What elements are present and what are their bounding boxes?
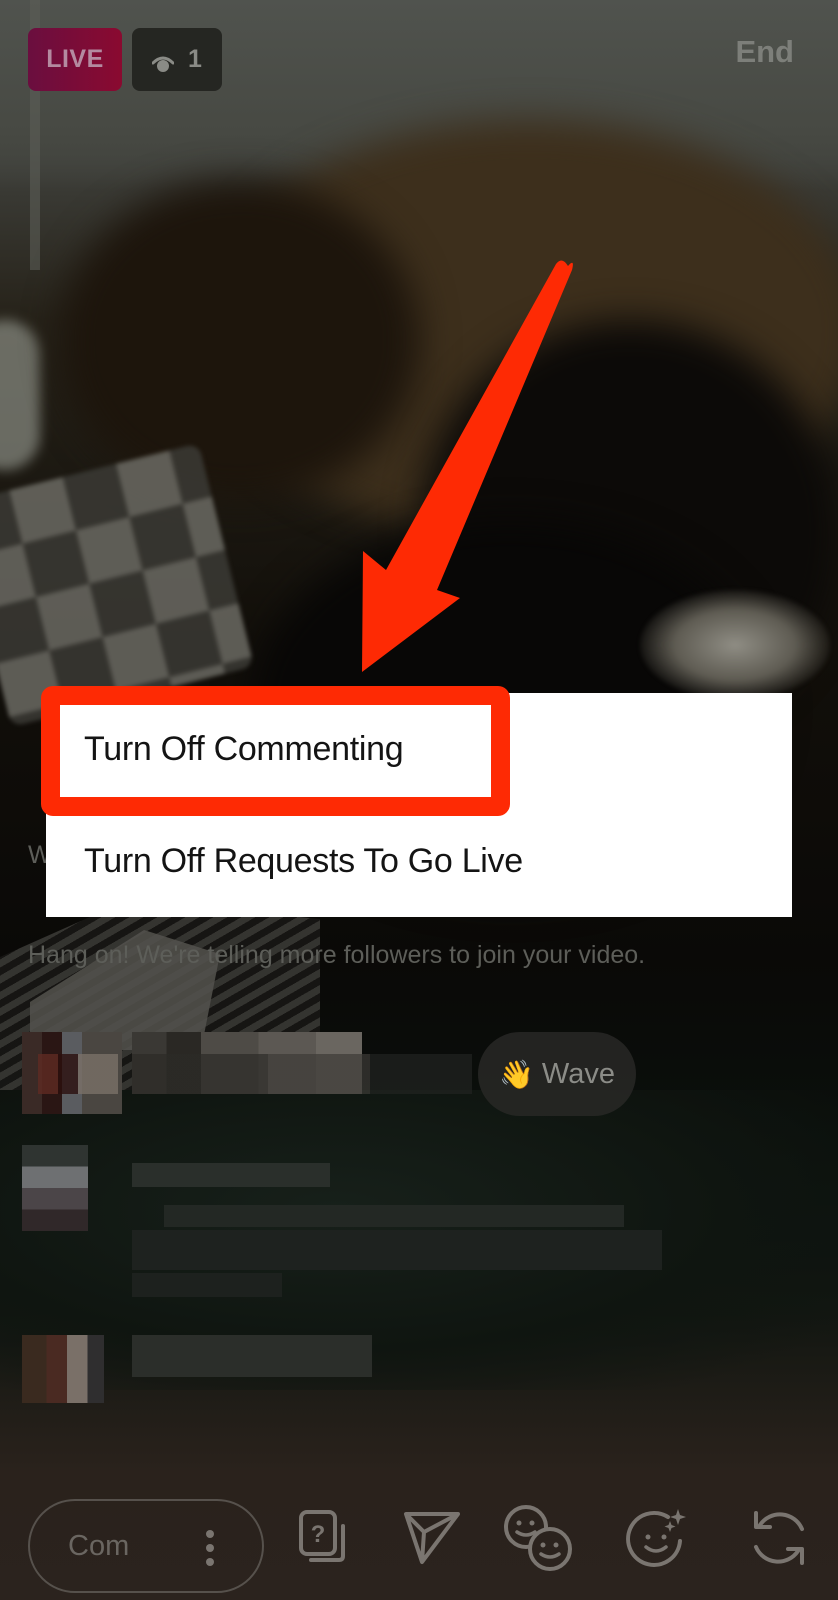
live-options-menu: Turn Off Commenting Turn Off Requests To… — [46, 693, 792, 917]
comment-row — [22, 1032, 472, 1120]
waiting-message: Hang on! We're telling more followers to… — [28, 941, 646, 969]
menu-item-turn-off-requests[interactable]: Turn Off Requests To Go Live — [46, 805, 792, 917]
viewer-count: 1 — [188, 45, 202, 73]
more-options-icon — [206, 1530, 214, 1566]
comment-avatar — [38, 1054, 118, 1094]
comment-username — [132, 1335, 372, 1377]
video-pillow — [0, 320, 40, 470]
comment-row — [22, 1335, 662, 1405]
comment-avatar — [22, 1335, 104, 1403]
invite-guest-icon — [504, 1505, 572, 1571]
menu-item-turn-off-commenting[interactable]: Turn Off Commenting — [46, 693, 792, 805]
share-button[interactable] — [395, 1498, 469, 1578]
comment-field[interactable] — [28, 1499, 264, 1593]
live-badge: LIVE — [28, 28, 122, 91]
comment-avatar — [22, 1145, 88, 1231]
send-icon — [404, 1512, 460, 1564]
live-label: LIVE — [46, 45, 104, 73]
comment-input[interactable] — [68, 1529, 130, 1563]
more-options-button[interactable] — [204, 1529, 216, 1567]
comment-row — [22, 1145, 662, 1315]
question-card-icon: ? — [299, 1510, 345, 1562]
wave-button[interactable]: 👋 Wave — [478, 1032, 636, 1116]
face-effects-button[interactable] — [622, 1498, 696, 1578]
questions-button[interactable]: ? — [288, 1498, 362, 1578]
waving-hand-icon: 👋 — [499, 1058, 534, 1090]
comment-text — [132, 1273, 282, 1297]
wave-label: Wave — [541, 1057, 615, 1090]
svg-text:?: ? — [311, 1521, 326, 1548]
face-effects-icon — [626, 1509, 686, 1567]
comment-text — [164, 1205, 624, 1227]
comment-text — [132, 1230, 662, 1270]
viewer-count-badge[interactable]: 1 — [132, 28, 222, 91]
end-live-button[interactable]: End — [735, 34, 794, 70]
video-dog-fur — [60, 180, 420, 500]
flip-camera-icon — [754, 1511, 804, 1565]
invite-guest-button[interactable] — [500, 1498, 574, 1578]
comment-text — [132, 1054, 472, 1094]
video-toy — [640, 590, 830, 700]
eye-icon — [151, 51, 175, 72]
flip-camera-button[interactable] — [742, 1498, 816, 1578]
comment-username — [132, 1163, 330, 1187]
